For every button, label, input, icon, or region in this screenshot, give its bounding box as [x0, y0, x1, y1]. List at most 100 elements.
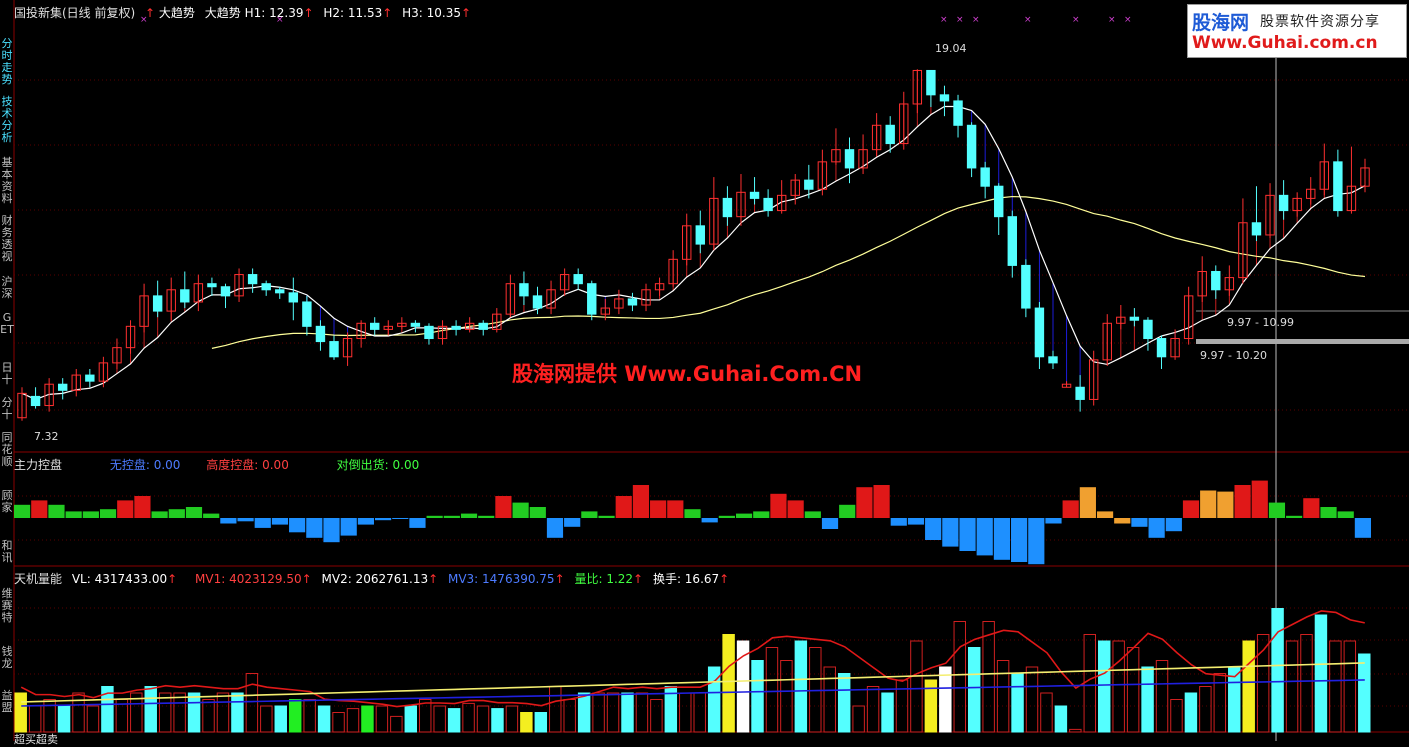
candle-body — [1021, 264, 1031, 309]
control-bar — [787, 500, 804, 518]
h2-value: H2: 11.53 — [323, 6, 383, 20]
volume-title[interactable]: 天机量能 — [14, 572, 62, 586]
panel4-title[interactable]: 超买超卖 — [14, 733, 58, 746]
control-bar — [512, 502, 529, 518]
control-bar — [839, 504, 856, 518]
control-bar — [1286, 515, 1303, 518]
control-bar — [1079, 487, 1096, 518]
control-bar — [976, 518, 993, 556]
control-bar — [31, 500, 48, 518]
control-bar — [289, 518, 306, 533]
control-bar — [993, 518, 1011, 560]
candle-body — [1048, 356, 1058, 364]
control-bar — [667, 500, 684, 518]
candle-body — [939, 94, 950, 102]
tab-gujia[interactable]: 顾家 — [0, 490, 14, 516]
up-arrow-icon: ↑ — [633, 572, 644, 586]
volume-bar — [1083, 634, 1097, 733]
ratio-value: 量比: 1.22 — [574, 572, 634, 586]
candle-body — [275, 289, 285, 294]
control-bar — [203, 513, 220, 518]
tab-daily[interactable]: 日十 — [0, 362, 14, 388]
candle-body — [587, 283, 597, 315]
tab-time-sharing[interactable]: 分时走势 — [0, 38, 14, 86]
tab-fundamentals[interactable]: 基本资料 — [0, 157, 14, 205]
cross-marker: × — [940, 15, 948, 25]
volume-bar — [520, 712, 533, 733]
tab-weisaite[interactable]: 维赛特 — [0, 588, 14, 626]
volume-bar — [1141, 666, 1154, 733]
control-bar — [1148, 518, 1165, 538]
control-bar — [942, 518, 959, 547]
low-price-label: 7.32 — [34, 430, 59, 443]
candle-body — [1211, 271, 1221, 291]
tab-get[interactable]: GET — [0, 312, 14, 348]
stock-name[interactable]: 国投新集(日线 前复权) — [14, 6, 135, 20]
site-logo[interactable]: 股海网 股票软件资源分享 Www.Guhai.com.cn — [1187, 4, 1407, 58]
tab-yimeng[interactable]: 益盟 — [0, 690, 14, 716]
control-bar — [821, 518, 839, 529]
volume-bar — [216, 692, 230, 733]
control-bar — [443, 515, 460, 518]
volume-bar — [332, 712, 345, 733]
control-title[interactable]: 主力控盘 — [14, 458, 62, 472]
candle-body — [885, 124, 895, 145]
candle-body — [180, 289, 190, 303]
panel4-header: 超买超卖 — [14, 731, 64, 747]
control-header: 主力控盘 无控盘: 0.00 高度控盘: 0.00 对倒出货: 0.00 — [14, 456, 425, 473]
candle-body — [1143, 319, 1153, 340]
volume-bar — [303, 699, 316, 733]
control-bar — [1062, 500, 1079, 518]
volume-bar — [1126, 647, 1140, 733]
control-bar — [632, 485, 650, 518]
tab-technical-analysis[interactable]: 技术分析 — [0, 96, 14, 144]
control-bar — [1182, 500, 1200, 518]
candle-body — [980, 167, 990, 187]
candle-body — [966, 124, 977, 169]
control-bar — [856, 487, 873, 518]
volume-bar — [1040, 692, 1053, 733]
candle-body — [152, 295, 163, 312]
control-bar — [907, 518, 925, 525]
candle-body — [1156, 338, 1167, 358]
tab-minute[interactable]: 分十 — [0, 397, 14, 423]
control-bar — [168, 509, 185, 518]
tab-hexun[interactable]: 和讯 — [0, 540, 14, 566]
control-bar — [735, 513, 753, 518]
watermark-text: 股海网提供 Www.Guhai.Com.CN — [512, 362, 863, 386]
indicator-name[interactable]: 大趋势 — [159, 6, 195, 20]
control-bar — [134, 496, 151, 518]
candle-body — [247, 274, 258, 285]
control-bar — [546, 518, 564, 538]
tab-finance[interactable]: 财务透视 — [0, 215, 14, 263]
candle-body — [994, 185, 1004, 218]
control-bar — [718, 515, 735, 518]
cross-marker: × — [1108, 15, 1116, 25]
vl-value: VL: 4317433.00 — [71, 572, 168, 586]
candle-body — [749, 191, 760, 199]
tab-qianlong[interactable]: 钱龙 — [0, 646, 14, 672]
volume-bar — [1358, 653, 1371, 733]
candle-body — [315, 325, 326, 343]
control-bar — [409, 518, 426, 528]
volume-bar — [390, 715, 403, 733]
volume-bar — [592, 692, 605, 733]
tab-ths[interactable]: 同花顺 — [0, 432, 14, 470]
control-bar — [1234, 485, 1251, 518]
candle-body — [1251, 222, 1262, 236]
volume-bar — [43, 699, 56, 733]
volume-bar — [505, 705, 519, 733]
volume-bar — [361, 705, 374, 733]
candle-body — [1129, 316, 1140, 321]
main-header: 国投新集(日线 前复权) ↑ 大趋势 大趋势 H1: 12.39↑ H2: 11… — [14, 4, 477, 21]
control-bar — [460, 513, 478, 518]
control-bar — [495, 496, 512, 518]
control-bar — [890, 518, 907, 526]
candle-body — [261, 283, 271, 291]
volume-bar — [621, 692, 634, 733]
candle-body — [424, 325, 434, 340]
cross-marker: × — [1124, 15, 1132, 25]
tab-shsz[interactable]: 沪深 — [0, 276, 14, 302]
candle-body — [1007, 216, 1017, 266]
control-bar — [185, 507, 203, 518]
